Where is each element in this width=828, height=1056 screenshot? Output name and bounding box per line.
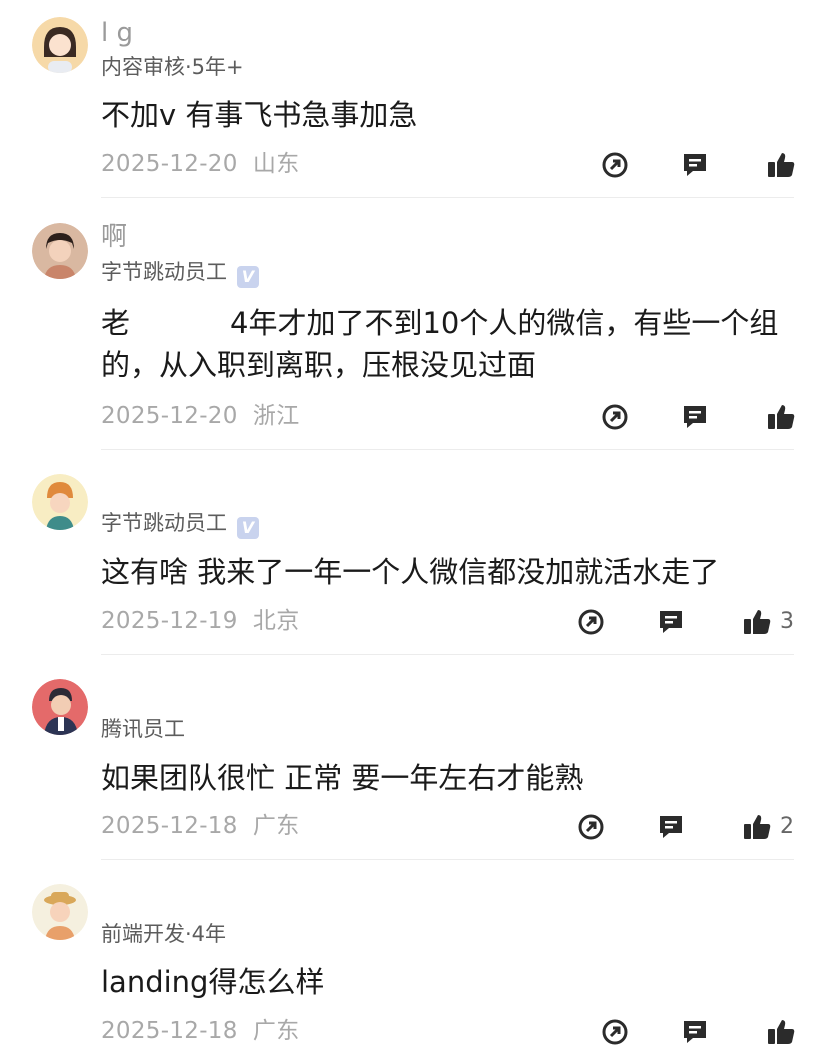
comment-date: 2025-12-20 浙江 (101, 403, 300, 429)
share-icon[interactable] (600, 1017, 630, 1047)
divider (101, 449, 794, 450)
comment-icon[interactable] (656, 607, 686, 637)
comment-icon[interactable] (680, 150, 710, 180)
user-name[interactable]: 啊 (101, 222, 127, 252)
user-meta: 内容审核·5年+ (101, 55, 244, 79)
share-icon[interactable] (600, 150, 630, 180)
comment-location: 北京 (252, 608, 300, 634)
user-meta: 字节跳动员工 V (101, 259, 259, 288)
thumbs-up-icon[interactable] (766, 150, 796, 180)
comment-icon[interactable] (680, 1017, 710, 1047)
redacted-area (130, 310, 231, 340)
divider (101, 197, 794, 198)
verified-badge-icon: V (237, 266, 259, 288)
divider (101, 654, 794, 655)
avatar[interactable] (32, 679, 88, 735)
comment-text: 这有啥 我来了一年一个人微信都没加就活水走了 (101, 555, 720, 589)
thumbs-up-icon[interactable] (742, 607, 772, 637)
comment-date: 2025-12-19 北京 (101, 608, 300, 634)
comment-location: 山东 (252, 151, 300, 177)
comment-text: 不加v 有事飞书急事加急 (101, 98, 418, 132)
comment-icon[interactable] (656, 812, 686, 842)
comment-location: 广东 (252, 813, 300, 839)
comment-location: 广东 (252, 1018, 300, 1044)
thumbs-up-icon[interactable] (742, 812, 772, 842)
avatar[interactable] (32, 17, 88, 73)
comment-location: 浙江 (252, 403, 300, 429)
thumbs-up-icon[interactable] (766, 402, 796, 432)
avatar[interactable] (32, 223, 88, 279)
user-meta: 字节跳动员工 V (101, 510, 259, 539)
comment-text: landing得怎么样 (101, 965, 325, 999)
avatar[interactable] (32, 884, 88, 940)
like-count: 2 (780, 814, 794, 839)
user-name[interactable]: l g (101, 18, 133, 48)
verified-badge-icon: V (237, 517, 259, 539)
like-count: 3 (780, 609, 794, 634)
comment-icon[interactable] (680, 402, 710, 432)
comment-date: 2025-12-20 山东 (101, 151, 300, 177)
comment-date: 2025-12-18 广东 (101, 1018, 300, 1044)
divider (101, 859, 794, 860)
comment-text: 如果团队很忙 正常 要一年左右才能熟 (101, 761, 584, 795)
comment-date: 2025-12-18 广东 (101, 813, 300, 839)
share-icon[interactable] (600, 402, 630, 432)
comment-text: 老 4年才加了不到10个人的微信，有些一个组的，从入职到离职，压根没见过面 (101, 306, 779, 382)
avatar[interactable] (32, 474, 88, 530)
user-meta: 腾讯员工 (101, 717, 185, 741)
share-icon[interactable] (576, 812, 606, 842)
share-icon[interactable] (576, 607, 606, 637)
user-meta: 前端开发·4年 (101, 922, 227, 946)
thumbs-up-icon[interactable] (766, 1017, 796, 1047)
